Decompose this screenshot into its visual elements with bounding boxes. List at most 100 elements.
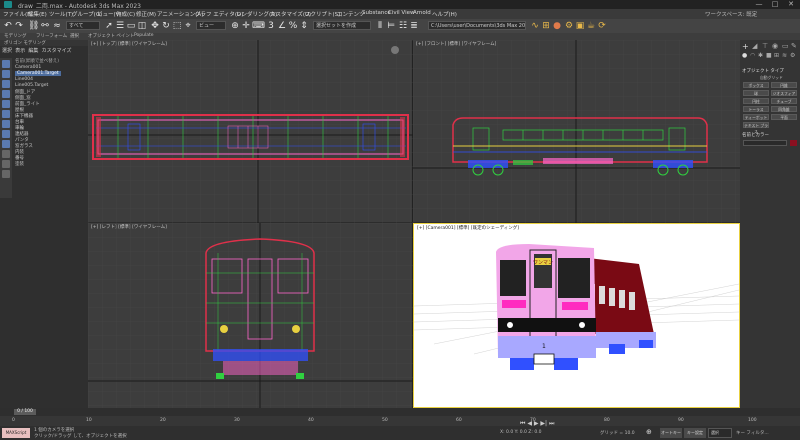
name-color-rollout[interactable]: 名前とカラー xyxy=(742,132,769,138)
render-iterative-icon[interactable]: ⟳ xyxy=(597,21,607,31)
rotate-icon[interactable]: ↻ xyxy=(161,21,171,31)
window-crossing-icon[interactable]: ◫ xyxy=(137,21,147,31)
viewport-top[interactable]: [+] [トップ] [標準] [ワイヤフレーム] xyxy=(88,40,413,223)
viewport-front[interactable]: [+] [フロント] [標準] [ワイヤフレーム] xyxy=(413,40,740,223)
systems-category-icon[interactable]: ⚙ xyxy=(790,52,795,59)
go-to-start-icon[interactable]: ⏮ xyxy=(520,420,525,427)
scene-list-header[interactable]: 名前(昇順で並べ替え) xyxy=(15,58,59,64)
render-production-icon[interactable]: ☕ xyxy=(586,21,596,31)
reference-coordinate-dropdown[interactable]: ビュー xyxy=(196,21,226,30)
minimize-button[interactable]: — xyxy=(752,0,766,9)
material-editor-icon[interactable]: ● xyxy=(552,21,562,31)
scene-tab-display[interactable]: 表示 xyxy=(15,48,25,54)
ribbon-tab-selection[interactable]: 選択 xyxy=(70,33,79,39)
list-item[interactable]: Camera001 xyxy=(15,65,41,70)
time-slider-thumb[interactable]: 0 / 100 xyxy=(14,409,36,415)
torus-button[interactable]: トーラス xyxy=(743,106,769,112)
angle-snap-icon[interactable]: ∠ xyxy=(277,21,287,31)
scene-explorer-toggle-icon[interactable]: ☷ xyxy=(398,21,408,31)
viewport-left[interactable]: [+] [レフト] [標準] [ワイヤフレーム] xyxy=(88,223,413,408)
teapot-button[interactable]: ティーポット xyxy=(743,114,769,120)
helpers-category-icon[interactable]: ⊞ xyxy=(774,52,779,59)
modify-tab-icon[interactable]: ◢ xyxy=(752,42,757,50)
key-filters-button[interactable]: キー フィルタ... xyxy=(736,430,769,436)
pivot-center-icon[interactable]: ⊕ xyxy=(230,21,240,31)
cone-button[interactable]: 円錐 xyxy=(771,82,797,88)
maxscript-listener[interactable]: MAXScript xyxy=(2,428,30,438)
cylinder-button[interactable]: 円柱 xyxy=(743,98,769,104)
rect-selection-icon[interactable]: ▭ xyxy=(126,21,136,31)
pyramid-button[interactable]: 四角錐 xyxy=(771,106,797,112)
mirror-icon[interactable]: ⫴ xyxy=(375,21,385,31)
schematic-view-icon[interactable]: ⊞ xyxy=(541,21,551,31)
utilities-tab-icon[interactable]: ✎ xyxy=(791,42,797,50)
cameras-category-icon[interactable]: ■ xyxy=(766,52,772,59)
menu-civil-view[interactable]: Civil View xyxy=(388,10,414,16)
filter-lights-icon[interactable] xyxy=(2,80,10,88)
scale-icon[interactable]: ⬚ xyxy=(172,21,182,31)
filter-cameras-icon[interactable] xyxy=(2,90,10,98)
plane-button[interactable]: 平面 xyxy=(771,114,797,120)
list-item[interactable]: Line005.Target xyxy=(15,83,48,88)
object-name-input[interactable] xyxy=(743,140,787,146)
play-icon[interactable]: ▶ xyxy=(534,420,539,427)
box-button[interactable]: ボックス xyxy=(743,82,769,88)
menu-modify[interactable]: 修正(M) xyxy=(136,10,156,18)
previous-frame-icon[interactable]: ◀ xyxy=(527,420,532,427)
place-icon[interactable]: ⌖ xyxy=(183,21,193,31)
hierarchy-tab-icon[interactable]: ⊤ xyxy=(762,42,768,50)
workspace-selector[interactable]: ワークスペース: 既定 xyxy=(705,10,757,18)
ribbon-tab-modeling[interactable]: モデリング xyxy=(4,33,27,39)
scene-tab-edit[interactable]: 編集 xyxy=(28,48,38,54)
percent-snap-icon[interactable]: % xyxy=(288,21,298,31)
rendered-frame-window-icon[interactable]: ▣ xyxy=(575,21,585,31)
layer-explorer-icon[interactable]: ≣ xyxy=(409,21,419,31)
filter-xrefs-icon[interactable] xyxy=(2,130,10,138)
move-icon[interactable]: ✥ xyxy=(150,21,160,31)
list-item-selected[interactable]: Camera001.Target xyxy=(15,71,61,76)
menu-edit[interactable]: 編集(E) xyxy=(28,10,47,18)
display-tab-icon[interactable]: ▭ xyxy=(782,42,789,50)
filter-none-icon[interactable] xyxy=(2,160,10,168)
list-item[interactable]: Line004 xyxy=(15,77,33,82)
select-by-name-icon[interactable]: ☰ xyxy=(115,21,125,31)
ribbon-tab-populate[interactable]: Populate xyxy=(134,33,154,38)
track-bar[interactable]: 0 10 20 30 40 50 60 70 80 90 100 xyxy=(0,416,800,426)
project-path-field[interactable]: C:\Users\user\Documents\3ds Max 2023 xyxy=(428,21,526,30)
scene-tab-select[interactable]: 選択 xyxy=(2,48,12,54)
ribbon-tab-object-paint[interactable]: オブジェクト ペイント xyxy=(88,33,134,39)
tube-button[interactable]: チューブ xyxy=(771,98,797,104)
unlink-icon[interactable]: ⚯ xyxy=(40,21,50,31)
snap-toggle-icon[interactable]: 3 xyxy=(266,21,276,31)
create-tab-icon[interactable]: + xyxy=(742,42,749,51)
filter-spacewarps-icon[interactable] xyxy=(2,110,10,118)
auto-key-button[interactable]: オートキー xyxy=(660,428,682,438)
autogrid-checkbox[interactable]: 自動グリッド xyxy=(760,75,783,81)
selected-set-dropdown[interactable]: 選択 xyxy=(708,428,732,438)
viewport-camera[interactable]: [+] [Camera001] [標準] [既定のシェーディング] ワンマン 1 xyxy=(413,223,740,408)
object-type-rollout[interactable]: オブジェクト タイプ xyxy=(742,68,784,74)
filter-groups-icon[interactable] xyxy=(2,120,10,128)
menu-content[interactable]: コンテンツ xyxy=(337,10,365,18)
selection-filter-dropdown[interactable]: すべて xyxy=(66,21,100,30)
textplus-button[interactable]: テキスト プラス xyxy=(743,122,769,134)
set-key-button[interactable]: キー設定 xyxy=(684,428,706,438)
menu-substance[interactable]: Substance xyxy=(362,10,391,16)
time-slider[interactable]: 0 / 100 xyxy=(0,408,800,416)
maximize-button[interactable]: □ xyxy=(768,0,782,9)
add-time-tag-icon[interactable]: ⊕ xyxy=(646,428,656,438)
select-object-icon[interactable]: ➚ xyxy=(104,21,114,31)
menu-create[interactable]: 作成(C) xyxy=(116,10,135,18)
keyboard-shortcut-icon[interactable]: ⌨ xyxy=(252,21,265,31)
scene-tab-customize[interactable]: カスタマイズ xyxy=(42,48,72,54)
geosphere-button[interactable]: ジオスフィア xyxy=(771,90,797,96)
spacewarps-category-icon[interactable]: ≋ xyxy=(782,52,787,59)
sphere-button[interactable]: 球 xyxy=(743,90,769,96)
motion-tab-icon[interactable]: ◉ xyxy=(772,42,778,50)
link-icon[interactable]: ⛓ xyxy=(28,21,39,31)
named-selection-dropdown[interactable]: 選択セットを作成 xyxy=(313,21,371,30)
filter-helpers-icon[interactable] xyxy=(2,100,10,108)
go-to-end-icon[interactable]: ⏭ xyxy=(549,420,554,427)
next-frame-icon[interactable]: ▶| xyxy=(540,420,547,427)
undo-icon[interactable]: ↶ xyxy=(3,21,13,31)
